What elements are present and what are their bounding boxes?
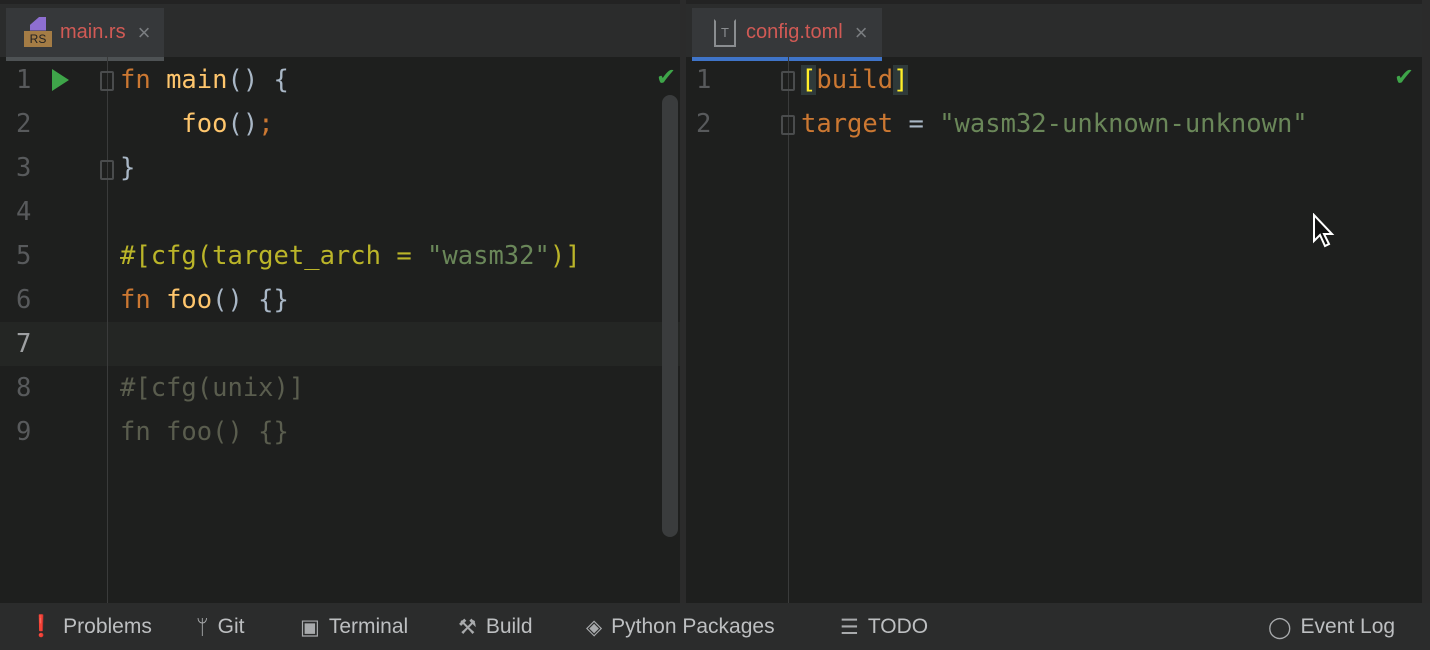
check-icon: ✔ <box>1394 63 1414 91</box>
code-text: fn foo() {} <box>120 278 289 322</box>
right-tab-bar: T config.toml × <box>686 0 1422 57</box>
rs-badge: RS <box>24 31 52 47</box>
left-editor-pane: RS main.rs × 9fn foo() {}8#[cfg(unix)]76… <box>0 0 680 603</box>
line-number: 8 <box>16 366 46 410</box>
code-token: = <box>893 109 939 139</box>
code-token: () { <box>227 65 288 95</box>
terminal-icon: ▣ <box>300 615 320 639</box>
check-icon: ✔ <box>656 63 676 91</box>
tool-window-build[interactable]: ⚒ Build <box>458 603 533 650</box>
close-icon[interactable]: × <box>138 20 151 46</box>
code-editor[interactable]: 2 target = "wasm32-unknown-unknown" 1 [buil… <box>686 57 1422 603</box>
tool-window-python-packages[interactable]: ◈ Python Packages <box>586 603 775 650</box>
tool-window-label: TODO <box>868 615 928 639</box>
tool-window-event-log[interactable]: ◯ Event Log <box>1268 603 1395 650</box>
tool-window-label: Build <box>486 615 533 639</box>
close-icon[interactable]: × <box>855 20 868 46</box>
line-number: 1 <box>696 58 726 102</box>
code-token: "wasm32-unknown-unknown" <box>939 109 1307 139</box>
tab-main-rs[interactable]: RS main.rs × <box>6 8 164 61</box>
tool-window-label: Problems <box>63 615 152 639</box>
tool-window-terminal[interactable]: ▣ Terminal <box>300 603 408 650</box>
line-number: 4 <box>16 190 46 234</box>
code-token: foo <box>166 285 212 315</box>
event-log-icon: ◯ <box>1268 615 1292 639</box>
code-line: 7 <box>0 322 680 366</box>
layers-icon: ◈ <box>586 615 602 639</box>
code-token: #[cfg(unix)] <box>120 373 304 403</box>
code-token: main <box>166 65 227 95</box>
fold-icon[interactable] <box>781 71 795 91</box>
code-token: fn foo() {} <box>120 417 289 447</box>
code-token <box>120 109 181 139</box>
code-token: () <box>227 109 258 139</box>
code-text: #[cfg(target_arch = "wasm32")] <box>120 234 581 278</box>
code-token: #[cfg(target_arch = <box>120 241 427 271</box>
code-text: } <box>120 146 135 190</box>
gutter-divider <box>107 57 108 603</box>
code-text: fn main() { <box>120 58 289 102</box>
code-token: fn <box>120 65 166 95</box>
code-editor[interactable]: 9fn foo() {}8#[cfg(unix)]76fn foo() {}5#… <box>0 57 680 603</box>
code-line: 2 target = "wasm32-unknown-unknown" <box>686 102 1422 146</box>
code-text: foo(); <box>120 102 274 146</box>
line-number: 2 <box>696 102 726 146</box>
list-icon: ☰ <box>840 615 859 639</box>
tab-label: main.rs <box>60 21 126 44</box>
code-token: "wasm32" <box>427 241 550 271</box>
toml-file-icon: T <box>710 17 738 49</box>
mouse-cursor-icon <box>1312 213 1336 249</box>
rust-file-icon: RS <box>24 17 52 49</box>
line-number: 3 <box>16 146 46 190</box>
tool-window-label: Git <box>218 615 245 639</box>
left-tab-bar: RS main.rs × <box>0 0 680 57</box>
code-token: () {} <box>212 285 289 315</box>
tool-window-git[interactable]: ᛘ Git <box>196 603 244 650</box>
fold-icon[interactable] <box>100 160 114 180</box>
line-number: 2 <box>16 102 46 146</box>
code-text: [build] <box>801 58 908 102</box>
fold-icon[interactable] <box>100 71 114 91</box>
tool-window-label: Python Packages <box>611 615 774 639</box>
line-number: 1 <box>16 58 46 102</box>
code-line: 6 fn foo() {} <box>0 278 680 322</box>
git-branch-icon: ᛘ <box>196 615 209 639</box>
code-line: 9 fn foo() {} <box>0 410 680 454</box>
code-line: 8 #[cfg(unix)] <box>0 366 680 410</box>
line-number: 6 <box>16 278 46 322</box>
tool-window-label: Event Log <box>1301 615 1396 639</box>
gutter-divider <box>788 57 789 603</box>
code-token: fn <box>120 285 166 315</box>
line-number: 5 <box>16 234 46 278</box>
right-editor-pane: T config.toml × 2 target = "wasm32-unknow… <box>686 0 1422 603</box>
code-line: 5 #[cfg(target_arch = "wasm32")] <box>0 234 680 278</box>
code-token: ] <box>893 65 908 95</box>
code-token: )] <box>550 241 581 271</box>
tab-config-toml[interactable]: T config.toml × <box>692 8 882 61</box>
code-text: fn foo() {} <box>120 410 289 454</box>
problems-icon: ❗ <box>28 614 54 639</box>
code-token: } <box>120 153 135 183</box>
code-token: target <box>801 109 893 139</box>
line-number: 9 <box>16 410 46 454</box>
tab-label: config.toml <box>746 21 843 44</box>
line-number: 7 <box>16 322 46 366</box>
code-token: ; <box>258 109 273 139</box>
code-text: target = "wasm32-unknown-unknown" <box>801 102 1308 146</box>
tool-window-bar: ❗ Problems ᛘ Git ▣ Terminal ⚒ Build ◈ Python Pack… <box>0 603 1430 650</box>
code-line: 1 [build] <box>686 58 1422 102</box>
run-icon[interactable] <box>52 69 69 91</box>
tool-window-todo[interactable]: ☰ TODO <box>840 603 928 650</box>
tool-window-problems[interactable]: ❗ Problems <box>28 603 152 650</box>
scrollbar[interactable] <box>662 95 678 537</box>
fold-icon[interactable] <box>781 115 795 135</box>
code-token: [ <box>801 65 816 95</box>
code-token: build <box>816 65 893 95</box>
code-line: 2 foo(); <box>0 102 680 146</box>
hammer-icon: ⚒ <box>458 615 477 639</box>
code-text: #[cfg(unix)] <box>120 366 304 410</box>
code-token: foo <box>181 109 227 139</box>
code-line: 4 <box>0 190 680 234</box>
tool-window-label: Terminal <box>329 615 408 639</box>
